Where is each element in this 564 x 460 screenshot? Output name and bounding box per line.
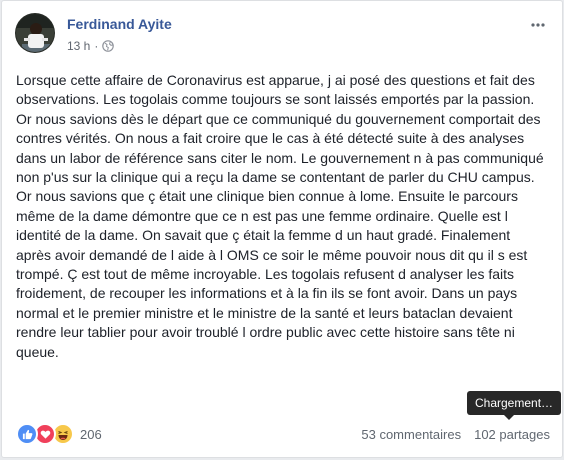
post-text: Lorsque cette affaire de Coronavirus est…	[16, 72, 544, 360]
author-name[interactable]: Ferdinand Ayite	[67, 16, 172, 32]
tooltip-arrow	[504, 415, 514, 420]
avatar[interactable]	[15, 13, 55, 53]
loading-tooltip: Chargement…	[467, 391, 562, 415]
avatar-image	[16, 14, 54, 52]
post-header: Ferdinand Ayite 13 h ·	[15, 13, 550, 57]
post-body: Lorsque cette affaire de Coronavirus est…	[16, 71, 546, 362]
post-time[interactable]: 13 h	[67, 39, 90, 53]
reactions-summary[interactable]: 206	[16, 423, 102, 445]
shares-link[interactable]: 102 partages	[474, 427, 550, 442]
globe-icon[interactable]	[102, 40, 115, 52]
meta-separator: ·	[94, 39, 99, 53]
post-meta: 13 h ·	[67, 39, 115, 53]
post-card: Ferdinand Ayite 13 h · Lorsque cette aff…	[1, 0, 563, 458]
reaction-count: 206	[80, 426, 102, 442]
like-icon	[16, 423, 38, 445]
comments-link[interactable]: 53 commentaires	[361, 427, 461, 442]
ellipsis-icon[interactable]	[530, 17, 546, 33]
post-footer: 206 53 commentaires 102 partages	[16, 422, 550, 446]
